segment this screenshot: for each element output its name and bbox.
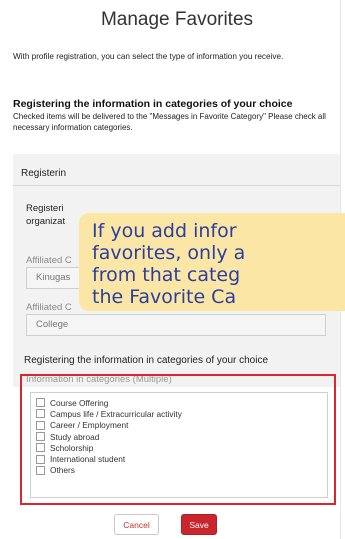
- checkbox[interactable]: [36, 398, 45, 408]
- checkbox[interactable]: [36, 465, 45, 475]
- checkbox[interactable]: [36, 443, 45, 453]
- tooltip-line: If you add infor: [92, 220, 237, 242]
- category-option[interactable]: International student: [31, 453, 327, 464]
- categories-highlight-box: Course Offering Campus life / Extracurri…: [20, 374, 336, 505]
- checkbox[interactable]: [36, 409, 45, 419]
- intro-text: With profile registration, you can selec…: [13, 52, 284, 61]
- checkbox[interactable]: [36, 454, 45, 464]
- category-option-label: Career / Employment: [50, 420, 129, 431]
- cancel-button[interactable]: Cancel: [114, 514, 159, 535]
- tooltip-line: the Favorite Ca: [92, 286, 237, 308]
- checkbox[interactable]: [36, 432, 45, 442]
- affiliated-select-2[interactable]: College: [26, 314, 326, 336]
- panel-divider: [13, 185, 341, 186]
- checkbox[interactable]: [36, 420, 45, 430]
- category-option-label: Others: [50, 465, 75, 476]
- section-description: Checked items will be delivered to the "…: [13, 112, 326, 132]
- affiliated-field-label-2: Affiliated C: [26, 302, 72, 313]
- category-option-label: Campus life / Extracurricular activity: [50, 408, 182, 419]
- category-option[interactable]: Study abroad: [31, 431, 327, 442]
- tooltip-line: from that categ: [92, 264, 241, 286]
- category-option[interactable]: Others: [31, 465, 327, 476]
- favorites-tooltip: If you add infor favorites, only a from …: [79, 213, 345, 311]
- categories-heading: Registering the information in categorie…: [24, 355, 269, 366]
- affiliated-field-label-1: Affiliated C: [26, 255, 72, 266]
- category-option-label: Scholorship: [50, 442, 94, 453]
- category-option-label: Study abroad: [50, 431, 100, 442]
- categories-checkbox-list: Course Offering Campus life / Extracurri…: [30, 392, 328, 498]
- category-option-label: Course Offering: [50, 397, 109, 408]
- category-option[interactable]: Career / Employment: [31, 420, 327, 431]
- category-option[interactable]: Course Offering: [31, 397, 327, 408]
- tooltip-line: favorites, only a: [92, 242, 246, 264]
- category-option-label: International student: [50, 454, 126, 465]
- category-option[interactable]: Campus life / Extracurricular activity: [31, 408, 327, 419]
- page-title: Manage Favorites: [100, 9, 254, 30]
- save-button[interactable]: Save: [181, 514, 217, 535]
- panel-heading: Registerin: [21, 168, 67, 179]
- category-option[interactable]: Scholorship: [31, 442, 327, 453]
- section-heading: Registering the information in categorie…: [13, 98, 293, 110]
